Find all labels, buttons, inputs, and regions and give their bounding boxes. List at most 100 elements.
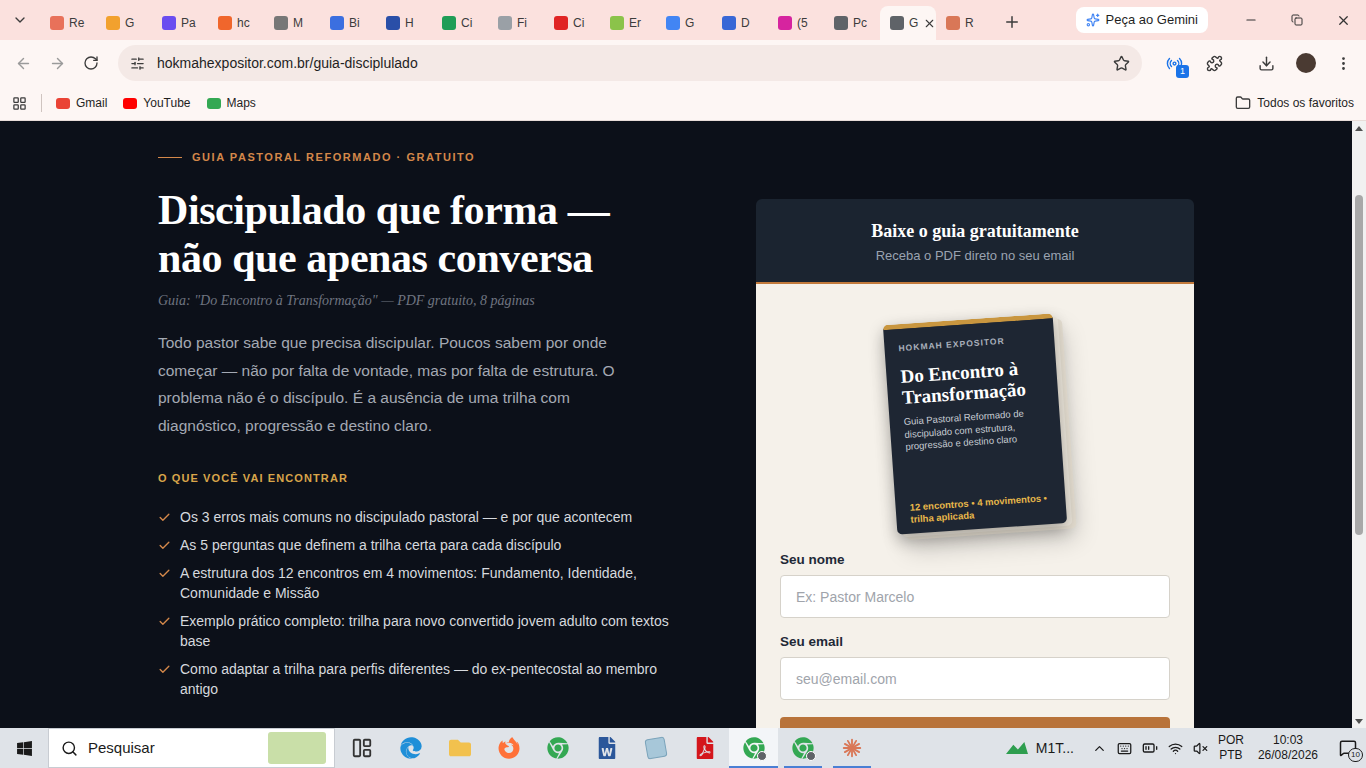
window-controls (1228, 0, 1366, 40)
signup-card: Baixe o guia gratuitamenteReceba o PDF d… (756, 199, 1194, 728)
scrollbar[interactable] (1352, 121, 1366, 728)
profile-button[interactable] (1288, 48, 1324, 78)
scrollbar-thumb[interactable] (1355, 195, 1363, 535)
extension-button[interactable]: 1 (1156, 48, 1192, 78)
all-bookmarks[interactable]: Todos os favoritos (1235, 94, 1354, 112)
tab-search-button[interactable] (0, 0, 40, 40)
tab[interactable]: Bi (320, 6, 376, 40)
bookmark-favicon-icon (123, 98, 137, 109)
tray-app[interactable]: M1T... (1006, 738, 1074, 759)
close-window-icon (1336, 13, 1351, 28)
tab[interactable]: Er (600, 6, 656, 40)
show-hidden-icon[interactable] (1092, 741, 1107, 756)
book-brand: HOKMAH EXPOSITOR (898, 333, 1040, 354)
reload-icon (83, 55, 99, 71)
gemini-button[interactable]: Peça ao Gemini (1076, 7, 1209, 33)
tab[interactable]: D (712, 6, 768, 40)
notifications-button[interactable]: 10 (1330, 728, 1366, 768)
taskbar-search[interactable]: Pesquisar (48, 728, 335, 768)
minimize-button[interactable] (1228, 0, 1274, 40)
feature-item: As 5 perguntas que definem a trilha cert… (158, 535, 698, 555)
scroll-up-icon[interactable] (1355, 126, 1363, 131)
taskbar-app[interactable] (435, 728, 484, 768)
extensions-button[interactable] (1196, 48, 1232, 78)
form-field: Seu email (780, 634, 1170, 700)
address-bar[interactable]: hokmahexpositor.com.br/guia-disciplulado (118, 45, 1142, 81)
tab[interactable]: hc (208, 6, 264, 40)
tab[interactable]: H (376, 6, 432, 40)
search-highlight-image (268, 732, 326, 764)
feature-item: Como adaptar a trilha para perfis difere… (158, 659, 698, 699)
notification-count: 10 (1348, 748, 1363, 762)
scroll-down-icon[interactable] (1355, 719, 1363, 724)
tab[interactable]: R (936, 6, 992, 40)
taskbar-app[interactable] (778, 728, 827, 768)
taskbar-app[interactable] (533, 728, 582, 768)
tab[interactable]: M (264, 6, 320, 40)
tab[interactable]: G (96, 6, 152, 40)
firefox-icon (498, 737, 520, 759)
text-input[interactable] (780, 575, 1170, 618)
taskbar-app[interactable] (337, 728, 386, 768)
forward-button[interactable] (42, 48, 72, 78)
apps-icon[interactable] (12, 96, 27, 111)
tab-label: R (965, 14, 974, 32)
battery-icon[interactable] (1142, 740, 1158, 756)
running-indicator (729, 766, 778, 768)
taskbar-app[interactable] (827, 728, 876, 768)
taskbar-app[interactable] (729, 728, 778, 768)
clock[interactable]: 10:0326/08/2026 (1258, 733, 1318, 763)
feature-item: Os 3 erros mais comuns no discipulado pa… (158, 507, 698, 527)
network-icon[interactable] (1168, 741, 1183, 756)
url: hokmahexpositor.com.br/guia-disciplulado (157, 53, 1101, 74)
running-indicator (784, 766, 822, 768)
close-button[interactable] (1320, 0, 1366, 40)
start-button[interactable] (0, 728, 48, 768)
tab[interactable]: G (656, 6, 712, 40)
taskbar-app[interactable] (484, 728, 533, 768)
tab[interactable]: Re (40, 6, 96, 40)
tab[interactable]: G (880, 6, 936, 40)
text-input[interactable] (780, 657, 1170, 700)
language-indicator[interactable]: PORPTB (1218, 733, 1244, 763)
reload-button[interactable] (76, 48, 106, 78)
tab[interactable]: Ci (544, 6, 600, 40)
tab-label: Pc (853, 14, 867, 32)
downloads-button[interactable] (1248, 48, 1284, 78)
submit-button[interactable] (780, 717, 1170, 728)
plus-icon (1003, 13, 1021, 31)
volume-muted-icon[interactable] (1193, 741, 1208, 756)
tab[interactable]: Ci (432, 6, 488, 40)
tab[interactable]: Pc (824, 6, 880, 40)
taskbar-app[interactable] (386, 728, 435, 768)
taskbar-app[interactable] (680, 728, 729, 768)
tab[interactable]: (5 (768, 6, 824, 40)
tab-label: Pa (181, 14, 196, 32)
bookmark[interactable]: YouTube (123, 94, 190, 112)
favicon-icon (162, 16, 176, 30)
back-button[interactable] (8, 48, 38, 78)
bookmark[interactable]: Gmail (56, 94, 107, 112)
windows-icon (16, 740, 33, 757)
avatar-icon (1296, 53, 1316, 73)
menu-button[interactable] (1328, 48, 1358, 78)
taskbar-app[interactable] (631, 728, 680, 768)
bookmark[interactable]: Maps (207, 94, 256, 112)
taskbar-app[interactable] (582, 728, 631, 768)
favicon-icon (106, 16, 120, 30)
feature-item: A estrutura dos 12 encontros em 4 movime… (158, 563, 698, 603)
book-area: HOKMAH EXPOSITORDo Encontro à Transforma… (780, 310, 1170, 538)
device-icon[interactable] (1117, 741, 1132, 756)
close-icon[interactable] (923, 17, 936, 30)
tab[interactable]: Fi (488, 6, 544, 40)
bookmark-star-icon[interactable] (1113, 55, 1130, 72)
hero-subtitle: Guia: "Do Encontro à Transformação" — PD… (158, 291, 698, 311)
bookmark-favicon-icon (56, 98, 70, 109)
gemini-icon (1086, 13, 1100, 27)
page: GUIA PASTORAL REFORMADO · GRATUITODiscip… (0, 121, 1366, 728)
restore-button[interactable] (1274, 0, 1320, 40)
tab[interactable]: Pa (152, 6, 208, 40)
check-icon (158, 511, 171, 524)
new-tab-button[interactable] (992, 4, 1032, 40)
site-info-icon[interactable] (130, 56, 145, 71)
